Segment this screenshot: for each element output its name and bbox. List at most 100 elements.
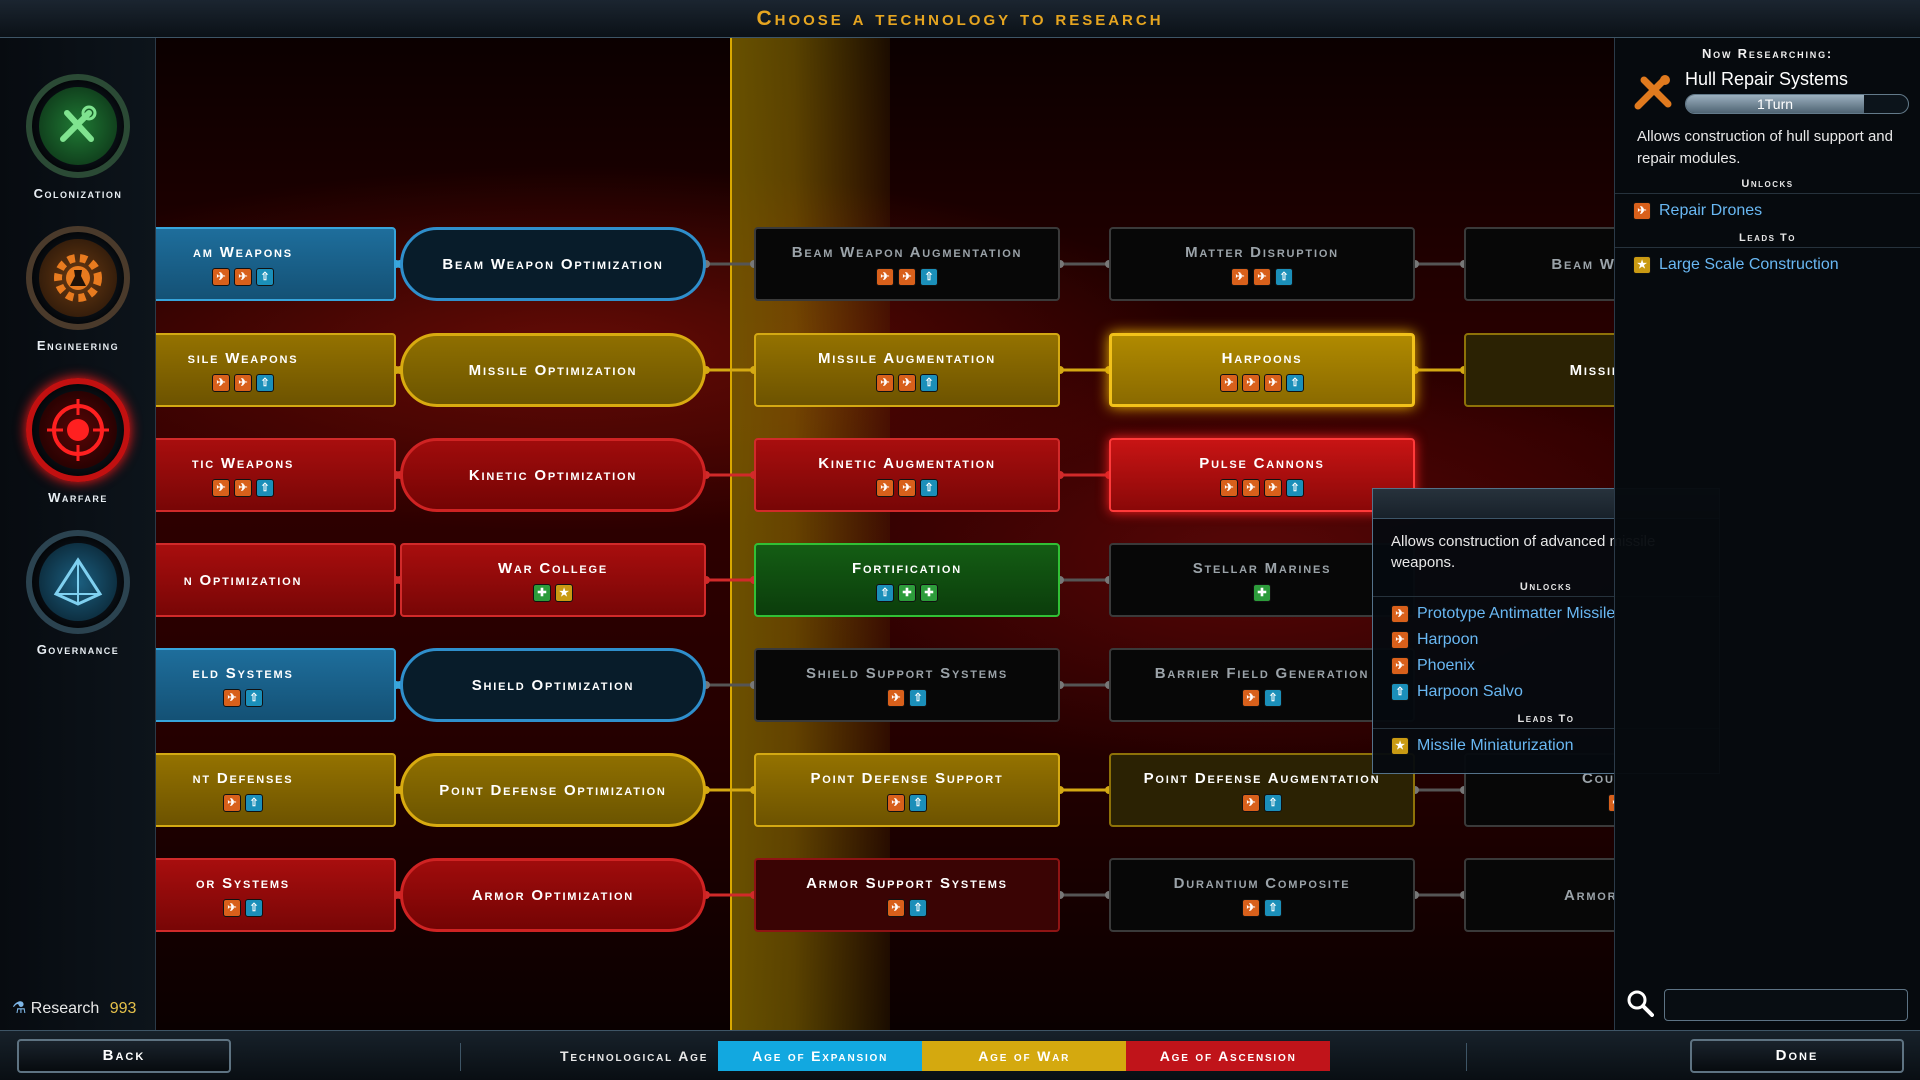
tech-node[interactable]: tic Weapons ✈ ✈ ⇧: [156, 438, 396, 512]
tech-unlock-icons: ✈ ✈ ⇧: [212, 374, 274, 392]
tech-node[interactable]: Beam Weapon Augmentation ✈ ✈ ⇧: [754, 227, 1060, 301]
tech-unlock-icons: ✈ ⇧: [887, 689, 927, 707]
done-button[interactable]: Done: [1690, 1039, 1904, 1073]
tech-unlock-icons: ✈ ⇧: [887, 899, 927, 917]
category-ring: [26, 378, 130, 482]
tech-node[interactable]: Kinetic Optimization: [400, 438, 706, 512]
tech-node[interactable]: Matter Disruption ✈ ✈ ⇧: [1109, 227, 1415, 301]
unlock-type-icon: ✈: [234, 374, 252, 392]
tech-node-name: n Optimization: [183, 571, 303, 589]
tech-node[interactable]: Shield Optimization: [400, 648, 706, 722]
research-turns: 1Turn: [1756, 96, 1794, 112]
category-governance[interactable]: Governance: [0, 530, 156, 657]
tech-unlock-icons: ✈ ⇧: [1242, 899, 1282, 917]
tech-unlock-icons: ✈ ✈ ✈ ⇧: [1220, 479, 1304, 497]
tech-node-name: Missile Optimization: [468, 361, 638, 379]
unlock-type-icon: ✈: [1242, 479, 1260, 497]
category-sidebar: Colonization Engineering Warfare Governa…: [0, 38, 156, 1030]
tech-unlock-icons: ✈ ⇧: [887, 794, 927, 812]
unlock-type-icon: ✈: [1253, 268, 1271, 286]
hull-repair-icon: [1633, 71, 1675, 113]
divider: [460, 1043, 461, 1071]
tech-node[interactable]: am Weapons ✈ ✈ ⇧: [156, 227, 396, 301]
divider: [1466, 1043, 1467, 1071]
tech-node[interactable]: Point Defense Optimization: [400, 753, 706, 827]
tech-unlock-icons: ✈ ⇧: [1242, 689, 1282, 707]
tech-node[interactable]: Point Defense Support ✈ ⇧: [754, 753, 1060, 827]
tech-unlock-icons: ✈ ✈ ⇧: [212, 479, 274, 497]
category-label: Warfare: [48, 490, 108, 505]
tech-node[interactable]: Kinetic Augmentation ✈ ✈ ⇧: [754, 438, 1060, 512]
technological-age-legend: Technological Age Age of Expansion Age o…: [560, 1041, 1331, 1071]
unlock-type-icon: ✈: [223, 689, 241, 707]
tech-link[interactable]: ✈ Repair Drones: [1615, 198, 1920, 224]
tech-node[interactable]: Shield Support Systems ✈ ⇧: [754, 648, 1060, 722]
tech-node-name: Armor M Sci: [1563, 886, 1614, 904]
category-engineering[interactable]: Engineering: [0, 226, 156, 353]
search-icon[interactable]: [1626, 989, 1654, 1022]
now-researching-panel: Now Researching: Hull Repair Systems 1Tu…: [1614, 38, 1920, 1030]
tech-node-name: Barrier Field Generation: [1154, 665, 1370, 682]
unlock-type-icon: ⇧: [1275, 268, 1293, 286]
tech-node[interactable]: nt Defenses ✈ ⇧: [156, 753, 396, 827]
bottom-bar: Back Technological Age Age of Expansion …: [0, 1030, 1920, 1080]
back-button[interactable]: Back: [17, 1039, 231, 1073]
unlock-type-icon: ✈: [876, 268, 894, 286]
tech-node-name: Pulse Cannons: [1199, 455, 1325, 472]
unlock-type-icon: ⇧: [1264, 689, 1282, 707]
tech-node[interactable]: Missile Augmentation ✈ ✈ ⇧: [754, 333, 1060, 407]
tech-node[interactable]: War College ✚ ★: [400, 543, 706, 617]
unlock-type-icon: ✈: [223, 899, 241, 917]
tech-node[interactable]: Pulse Cannons ✈ ✈ ✈ ⇧: [1109, 438, 1415, 512]
category-ring: [26, 74, 130, 178]
unlock-type-icon: ⇧: [256, 268, 274, 286]
tech-node[interactable]: Missile Min: [1464, 333, 1614, 407]
current-unlocks-heading: Unlocks: [1615, 178, 1920, 194]
unlock-type-icon: ✈: [898, 268, 916, 286]
category-warfare[interactable]: Warfare: [0, 378, 156, 505]
tech-unlock-icons: ✈ ✈ ✈ ⇧: [1220, 374, 1304, 392]
unlock-type-icon: ✈: [1391, 605, 1409, 623]
tech-node[interactable]: Durantium Composite ✈ ⇧: [1109, 858, 1415, 932]
tech-node[interactable]: n Optimization: [156, 543, 396, 617]
tech-node[interactable]: Beam Weapon Optimization: [400, 227, 706, 301]
current-research-description: Allows construction of hull support and …: [1637, 128, 1893, 167]
tech-link-label: Large Scale Construction: [1659, 256, 1839, 273]
unlock-type-icon: ⇧: [909, 794, 927, 812]
tech-node[interactable]: Stellar Marines ✚: [1109, 543, 1415, 617]
tech-node[interactable]: Barrier Field Generation ✈ ⇧: [1109, 648, 1415, 722]
tech-node[interactable]: Armor M Sci: [1464, 858, 1614, 932]
age-of-expansion: Age of Expansion: [718, 1041, 923, 1071]
unlock-type-icon: ✈: [1231, 268, 1249, 286]
tech-node[interactable]: sile Weapons ✈ ✈ ⇧: [156, 333, 396, 407]
tech-node-name: tic Weapons: [191, 455, 295, 472]
unlock-type-icon: ✈: [1633, 202, 1651, 220]
unlock-type-icon: ✈: [1264, 479, 1282, 497]
unlock-type-icon: ⇧: [1391, 683, 1409, 701]
category-colonization[interactable]: Colonization: [0, 74, 156, 201]
research-flask-icon: ⚗: [12, 1000, 27, 1017]
tech-node[interactable]: Beam W Miniatu: [1464, 227, 1614, 301]
tech-node[interactable]: Point Defense Augmentation ✈ ⇧: [1109, 753, 1415, 827]
unlock-type-icon: ✈: [1242, 689, 1260, 707]
tech-link-label: Phoenix: [1417, 657, 1475, 674]
tech-node-name: Beam Weapon Optimization: [442, 255, 664, 273]
tech-node[interactable]: Fortification ⇧ ✚ ✚: [754, 543, 1060, 617]
current-research[interactable]: Hull Repair Systems 1Turn: [1633, 69, 1920, 114]
tech-node[interactable]: Harpoons ✈ ✈ ✈ ⇧: [1109, 333, 1415, 407]
engineering-icon: [39, 239, 117, 317]
tech-node[interactable]: Missile Optimization: [400, 333, 706, 407]
unlock-type-icon: ✚: [920, 584, 938, 602]
unlock-type-icon: ✈: [1242, 374, 1260, 392]
warfare-icon: [39, 391, 117, 469]
tech-link[interactable]: ★ Large Scale Construction: [1615, 252, 1920, 278]
tech-node-name: Durantium Composite: [1173, 875, 1351, 892]
search-input[interactable]: [1664, 989, 1908, 1021]
tech-unlock-icons: ✈ ⇧: [1242, 794, 1282, 812]
tech-node[interactable]: or Systems ✈ ⇧: [156, 858, 396, 932]
unlock-type-icon: ✈: [234, 479, 252, 497]
tech-node[interactable]: eld Systems ✈ ⇧: [156, 648, 396, 722]
tech-node[interactable]: Armor Optimization: [400, 858, 706, 932]
tech-node[interactable]: Armor Support Systems ✈ ⇧: [754, 858, 1060, 932]
unlock-type-icon: ✈: [1391, 657, 1409, 675]
